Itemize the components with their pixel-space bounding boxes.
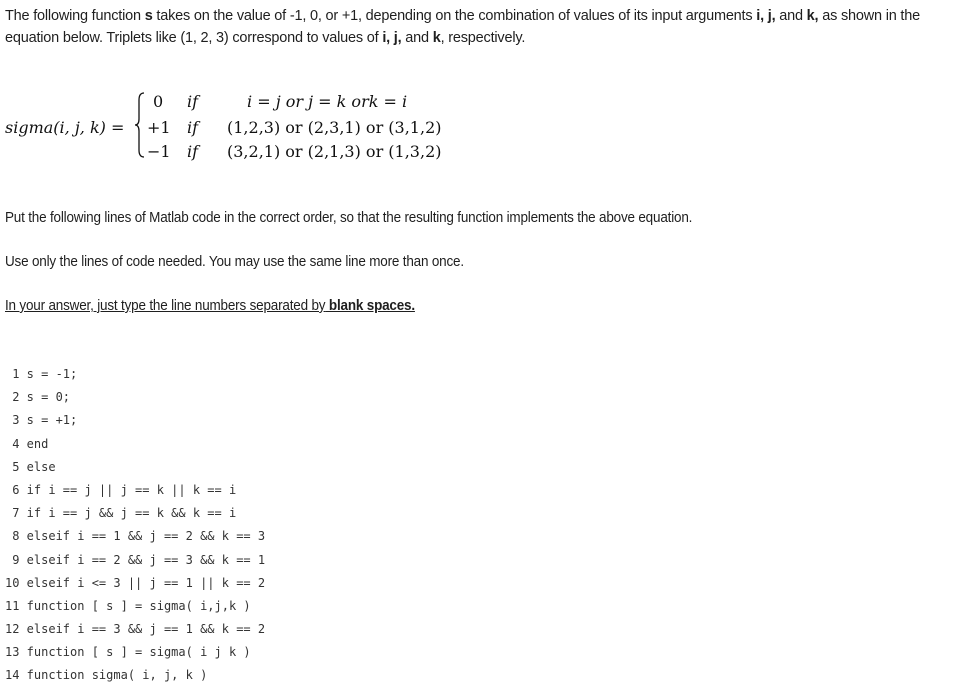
case-value: 0 <box>153 92 164 111</box>
answer-bold-text: blank spaces. <box>325 298 415 314</box>
code-line: 7 if i == j && j == k && k == i <box>5 506 237 521</box>
code-line: 10 elseif i <= 3 || j == 1 || k == 2 <box>5 575 266 590</box>
instruction-use-only: Use only the lines of code needed. You m… <box>5 254 464 270</box>
code-line: 4 end <box>5 436 49 451</box>
case-value: −1 <box>147 142 171 161</box>
instruction-answer: In your answer, just type the line numbe… <box>5 295 415 317</box>
case-condition: (1,2,3) or (2,3,1) or (3,1,2) <box>227 118 442 137</box>
intro-text: and <box>401 30 433 46</box>
code-line: 13 function [ s ] = sigma( i j k ) <box>5 645 251 660</box>
left-brace <box>135 92 145 158</box>
intro-text: , respectively. <box>440 30 526 46</box>
case-if: if <box>187 118 199 137</box>
intro-text: takes on the value of -1, 0, or +1, depe… <box>152 8 757 24</box>
case-if: if <box>187 142 199 161</box>
case-condition: (3,2,1) or (2,1,3) or (1,3,2) <box>227 142 442 161</box>
intro-text: The following function <box>5 8 145 24</box>
problem-intro: The following function s takes on the va… <box>5 5 965 49</box>
code-line: 9 elseif i == 2 && j == 3 && k == 1 <box>5 552 266 567</box>
code-line: 5 else <box>5 459 56 474</box>
var-ij: i, j, <box>756 8 776 24</box>
var-s: s <box>144 8 153 24</box>
code-line: 11 function [ s ] = sigma( i,j,k ) <box>5 598 251 613</box>
code-lines: 1 s = -1; 2 s = 0; 3 s = +1; 4 end 5 els… <box>5 363 265 688</box>
code-line: 1 s = -1; <box>5 367 78 381</box>
case-value: +1 <box>147 118 171 137</box>
code-line: 8 elseif i == 1 && j == 2 && k == 3 <box>5 529 266 544</box>
var-k: k <box>432 30 441 46</box>
case-condition: i = j or j = k ork = i <box>247 92 408 111</box>
instruction-order: Put the following lines of Matlab code i… <box>5 210 693 226</box>
equation-lhs: sigma(i, j, k) = <box>5 118 125 137</box>
code-line: 14 function sigma( i, j, k ) <box>5 668 208 683</box>
code-line: 2 s = 0; <box>5 390 71 405</box>
code-line: 3 s = +1; <box>5 413 78 428</box>
var-k: k, <box>806 8 819 24</box>
case-if: if <box>187 92 199 111</box>
answer-text: In your answer, just type the line numbe… <box>5 298 326 314</box>
code-line: 6 if i == j || j == k || k == i <box>5 482 237 497</box>
var-ij: i, j, <box>382 30 402 46</box>
intro-text: and <box>775 8 807 24</box>
code-line: 12 elseif i == 3 && j == 1 && k == 2 <box>5 622 266 637</box>
